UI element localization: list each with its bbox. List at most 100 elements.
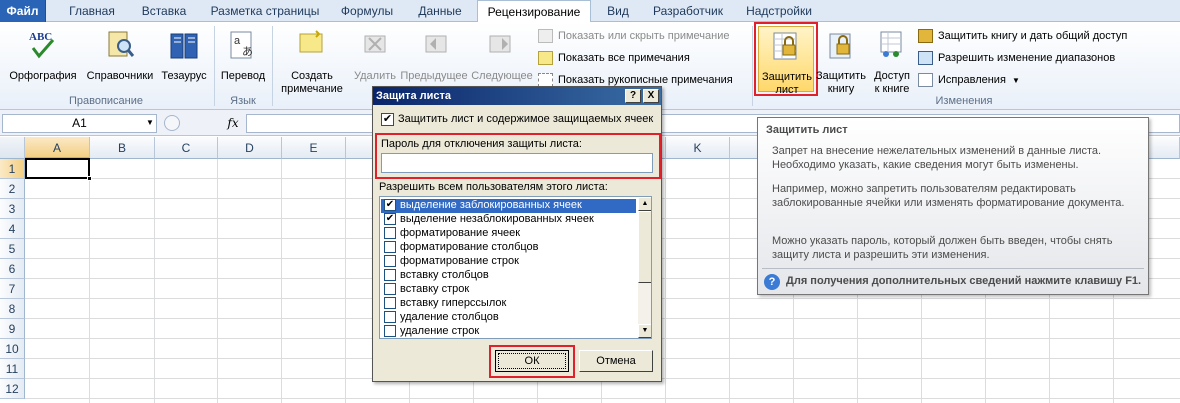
column-header[interactable]: C bbox=[155, 137, 218, 159]
checkbox[interactable] bbox=[384, 311, 396, 323]
list-item-label: выделение заблокированных ячеек bbox=[400, 199, 582, 211]
comments-icon bbox=[538, 51, 553, 65]
tooltip-title: Защитить лист bbox=[766, 124, 848, 136]
list-item[interactable]: вставку строк bbox=[381, 283, 636, 297]
scroll-down-icon[interactable]: ▼ bbox=[638, 324, 651, 338]
grid-line bbox=[25, 398, 1180, 399]
row-header[interactable]: 10 bbox=[0, 339, 25, 359]
checkbox[interactable]: ✔ bbox=[384, 199, 396, 211]
column-header[interactable]: E bbox=[282, 137, 346, 159]
list-item-label: форматирование строк bbox=[400, 255, 519, 267]
insert-function-button[interactable]: fx bbox=[222, 114, 244, 133]
fill-handle[interactable] bbox=[87, 176, 92, 181]
show-all-comments-button[interactable]: Показать все примечания bbox=[538, 48, 690, 68]
list-item[interactable]: форматирование столбцов bbox=[381, 241, 636, 255]
group-changes-label: Изменения bbox=[935, 95, 993, 107]
spelling-button[interactable]: ABC Орфография bbox=[4, 26, 82, 92]
grid-line bbox=[154, 159, 155, 403]
checkbox[interactable] bbox=[384, 325, 396, 337]
tab-review[interactable]: Рецензирование bbox=[477, 0, 591, 23]
expand-icon[interactable] bbox=[164, 115, 180, 131]
protect-workbook-label: Защитить bbox=[816, 70, 866, 82]
checkbox[interactable] bbox=[384, 255, 396, 267]
column-header[interactable]: A bbox=[25, 137, 90, 159]
group-language-label: Язык bbox=[230, 95, 256, 107]
row-header[interactable]: 6 bbox=[0, 259, 25, 279]
row-header[interactable]: 4 bbox=[0, 219, 25, 239]
row-header[interactable]: 8 bbox=[0, 299, 25, 319]
list-item[interactable]: форматирование строк bbox=[381, 255, 636, 269]
tab-home[interactable]: Главная bbox=[56, 0, 128, 22]
highlight-frame bbox=[489, 345, 575, 378]
tab-page-layout[interactable]: Разметка страницы bbox=[202, 0, 328, 22]
column-header[interactable]: K bbox=[666, 137, 730, 159]
column-header[interactable]: B bbox=[90, 137, 155, 159]
checkbox[interactable] bbox=[384, 241, 396, 253]
show-hide-comment-button[interactable]: Показать или скрыть примечание bbox=[538, 26, 729, 46]
list-item[interactable]: форматирование ячеек bbox=[381, 227, 636, 241]
protect-workbook-icon bbox=[829, 33, 851, 59]
research-button[interactable]: Справочники bbox=[84, 26, 156, 92]
list-item[interactable]: удаление столбцов bbox=[381, 311, 636, 325]
row-header[interactable]: 11 bbox=[0, 359, 25, 379]
row-header[interactable]: 3 bbox=[0, 199, 25, 219]
active-cell[interactable] bbox=[25, 158, 90, 179]
checkbox[interactable] bbox=[384, 269, 396, 281]
grid-line bbox=[665, 159, 666, 403]
dialog-title: Защита листа bbox=[373, 87, 661, 105]
checkbox[interactable] bbox=[384, 283, 396, 295]
list-item[interactable]: вставку столбцов bbox=[381, 269, 636, 283]
new-comment-button[interactable]: Создать примечание bbox=[276, 26, 348, 95]
row-header[interactable]: 1 bbox=[0, 159, 25, 179]
close-button[interactable]: X bbox=[643, 89, 659, 103]
checkbox[interactable]: ✔ bbox=[384, 213, 396, 225]
next-comment-button[interactable]: Следующее bbox=[470, 26, 534, 92]
tab-insert[interactable]: Вставка bbox=[134, 0, 194, 22]
cancel-button[interactable]: Отмена bbox=[579, 350, 653, 372]
share-workbook-button[interactable]: Доступ к книге bbox=[868, 26, 916, 95]
row-header[interactable]: 12 bbox=[0, 379, 25, 399]
thesaurus-button[interactable]: Тезаурус bbox=[158, 26, 210, 92]
chevron-down-icon[interactable]: ▼ bbox=[146, 118, 154, 127]
tab-formulas[interactable]: Формулы bbox=[334, 0, 400, 22]
thesaurus-label: Тезаурус bbox=[161, 70, 207, 82]
checkbox[interactable] bbox=[384, 227, 396, 239]
protect-and-share-button[interactable]: Защитить книгу и дать общий доступ bbox=[918, 26, 1127, 46]
checkbox[interactable] bbox=[384, 297, 396, 309]
protect-workbook-button[interactable]: Защитить книгу bbox=[814, 26, 868, 95]
row-header[interactable]: 7 bbox=[0, 279, 25, 299]
name-box[interactable]: A1 bbox=[2, 114, 157, 133]
row-header[interactable]: 9 bbox=[0, 319, 25, 339]
tab-data[interactable]: Данные bbox=[410, 0, 470, 22]
previous-comment-button[interactable]: Предыдущее bbox=[400, 26, 468, 92]
list-item[interactable]: ✔ выделение незаблокированных ячеек bbox=[381, 213, 636, 227]
row-header[interactable]: 5 bbox=[0, 239, 25, 259]
row-header[interactable]: 2 bbox=[0, 179, 25, 199]
new-comment-label: примечание bbox=[281, 83, 343, 95]
group-divider bbox=[272, 26, 273, 106]
list-item[interactable]: ✔ выделение заблокированных ячеек bbox=[381, 199, 636, 213]
tab-view[interactable]: Вид bbox=[600, 0, 636, 22]
tab-developer[interactable]: Разработчик bbox=[646, 0, 730, 22]
delete-comment-button[interactable]: Удалить bbox=[350, 26, 400, 92]
list-item[interactable]: удаление строк bbox=[381, 325, 636, 338]
help-button[interactable]: ? bbox=[625, 89, 641, 103]
grid-line bbox=[345, 159, 346, 403]
show-all-comments-label: Показать все примечания bbox=[558, 52, 690, 64]
tab-file[interactable]: Файл bbox=[0, 0, 46, 22]
scroll-up-icon[interactable]: ▲ bbox=[638, 197, 651, 211]
list-item[interactable]: вставку гиперссылок bbox=[381, 297, 636, 311]
permissions-list[interactable]: ✔ выделение заблокированных ячеек ✔ выделе… bbox=[379, 196, 652, 339]
column-header[interactable]: D bbox=[218, 137, 282, 159]
allow-edit-ranges-button[interactable]: Разрешить изменение диапазонов bbox=[918, 48, 1115, 68]
ink-icon bbox=[538, 73, 553, 87]
translate-label: Перевод bbox=[220, 70, 266, 82]
select-all-corner[interactable] bbox=[0, 137, 25, 159]
protect-content-checkbox[interactable]: ✔ bbox=[381, 113, 394, 126]
tab-addins[interactable]: Надстройки bbox=[740, 0, 818, 22]
list-item-label: выделение незаблокированных ячеек bbox=[400, 213, 594, 225]
translate-button[interactable]: a あ Перевод bbox=[216, 26, 270, 92]
scrollbar[interactable]: ▲ ▼ bbox=[638, 197, 651, 338]
track-changes-button[interactable]: Исправления ▼ bbox=[918, 70, 1020, 90]
scroll-thumb[interactable] bbox=[638, 211, 651, 283]
